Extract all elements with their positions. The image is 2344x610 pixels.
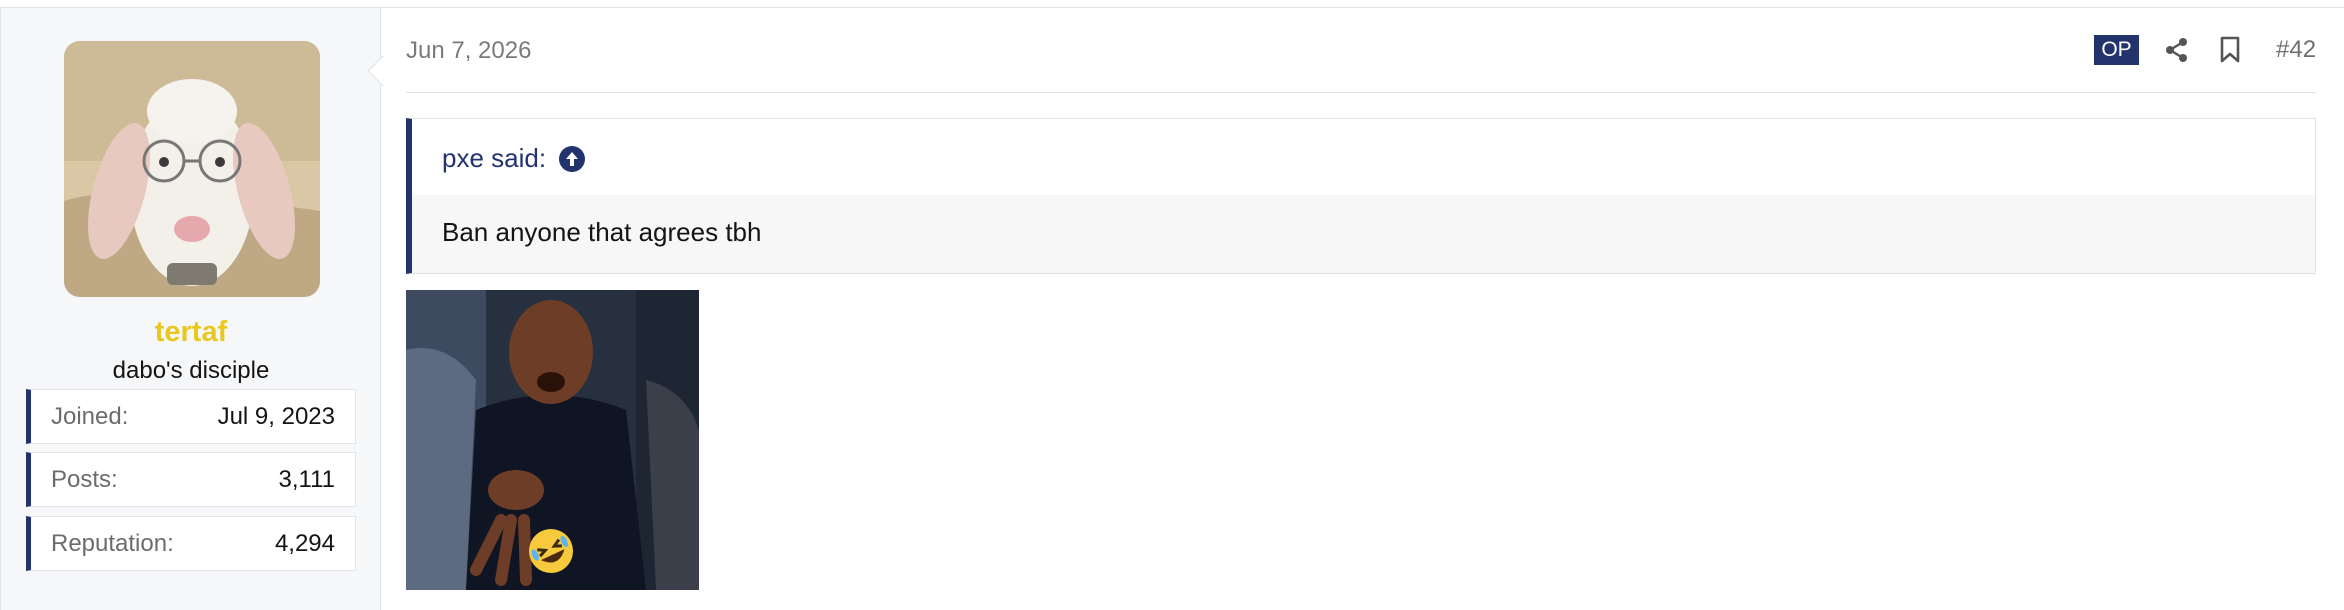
stat-value: 3,111 — [278, 466, 336, 493]
stat-value: 4,294 — [274, 530, 335, 557]
quote-header: pxe said: — [412, 119, 2315, 195]
quote-author-link[interactable]: pxe said: — [442, 143, 546, 174]
post-date[interactable]: Jun 7, 2026 — [406, 37, 531, 65]
stat-value: Jul 9, 2023 — [217, 403, 335, 430]
stat-reputation: Reputation: 4,294 — [26, 516, 356, 571]
stat-label: Reputation: — [51, 530, 174, 557]
stat-label: Joined: — [51, 403, 129, 430]
quote-text: Ban anyone that agrees tbh — [442, 217, 762, 247]
quote-block: pxe said: Ban anyone that agrees tbh — [406, 118, 2316, 274]
user-title: dabo's disciple — [112, 357, 270, 384]
header-divider — [406, 92, 2316, 93]
username[interactable]: tertaf — [1, 316, 381, 349]
op-badge: OP — [2094, 35, 2139, 65]
reaction-gif-image[interactable] — [406, 290, 699, 590]
avatar[interactable] — [64, 41, 320, 297]
stat-label: Posts: — [51, 466, 118, 493]
bookmark-icon[interactable] — [2213, 33, 2247, 67]
user-info-panel: tertaf dabo's disciple Joined: Jul 9, 20… — [1, 8, 381, 610]
stat-joined: Joined: Jul 9, 2023 — [26, 389, 356, 444]
arrow-up-circle-icon[interactable] — [558, 145, 586, 173]
stat-posts: Posts: 3,111 — [26, 452, 356, 507]
rolling-on-floor-laughing-emoji — [526, 526, 576, 576]
quote-body: Ban anyone that agrees tbh — [412, 195, 2315, 273]
post-number-link[interactable]: #42 — [2276, 36, 2316, 64]
share-icon[interactable] — [2160, 33, 2194, 67]
